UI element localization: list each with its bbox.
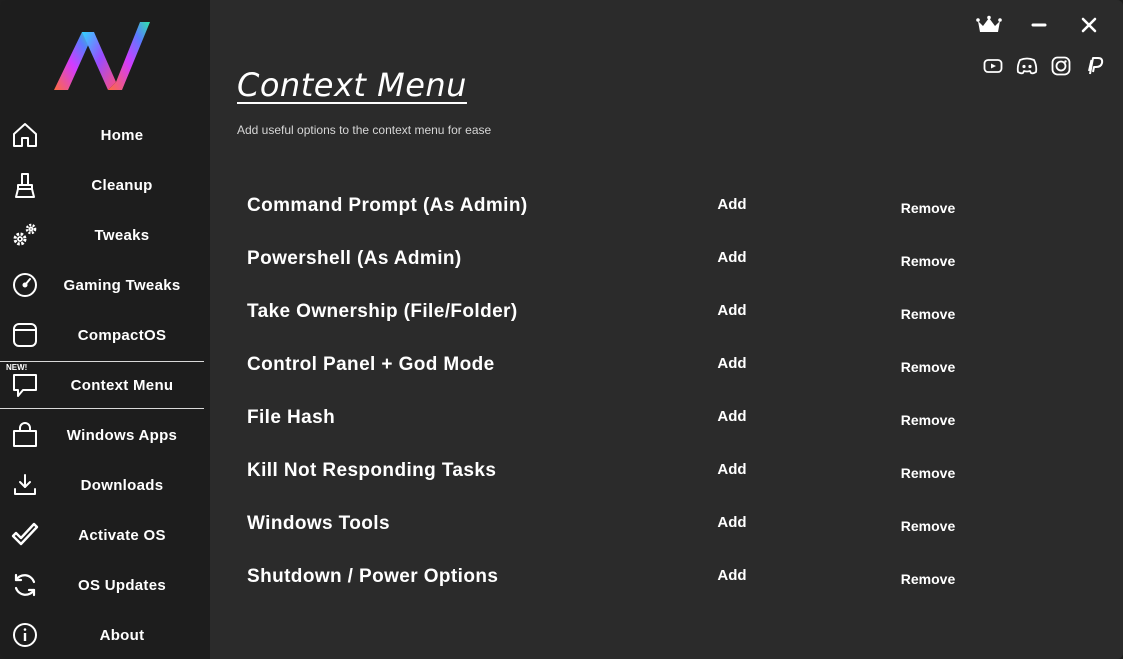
page-title: Context Menu — [237, 66, 467, 104]
remove-button[interactable]: Remove — [895, 249, 961, 273]
remove-button[interactable]: Remove — [895, 302, 961, 326]
minimize-icon[interactable] — [1025, 12, 1053, 38]
sidebar-item-label: Gaming Tweaks — [63, 276, 181, 294]
add-button[interactable]: Add — [713, 246, 751, 270]
remove-button[interactable]: Remove — [895, 196, 961, 220]
crown-icon[interactable] — [975, 12, 1003, 38]
sidebar-item-tweaks[interactable]: Tweaks — [0, 210, 204, 260]
option-label: Shutdown / Power Options — [247, 566, 499, 587]
speedometer-icon — [10, 270, 40, 300]
chat-new-icon — [10, 370, 40, 400]
option-label: Powershell (As Admin) — [247, 248, 462, 269]
info-icon — [10, 620, 40, 650]
remove-button[interactable]: Remove — [895, 408, 961, 432]
sidebar-item-home[interactable]: Home — [0, 110, 204, 160]
add-button[interactable]: Add — [713, 564, 751, 588]
checkmark-icon — [10, 520, 40, 550]
remove-button[interactable]: Remove — [895, 567, 961, 591]
app-logo — [54, 22, 150, 90]
main-content: Context Menu Add useful options to the c… — [210, 0, 1123, 659]
paypal-icon[interactable] — [1083, 54, 1107, 78]
option-label: Command Prompt (As Admin) — [247, 195, 528, 216]
home-icon — [10, 120, 40, 150]
sidebar: Home Cleanup Tweaks Gaming Tweaks Compac… — [0, 0, 210, 659]
gears-icon — [10, 220, 40, 250]
sidebar-item-about[interactable]: About — [0, 610, 204, 659]
discord-icon[interactable] — [1015, 54, 1039, 78]
sidebar-item-activate-os[interactable]: Activate OS — [0, 510, 204, 560]
add-button[interactable]: Add — [713, 299, 751, 323]
sidebar-item-gaming-tweaks[interactable]: Gaming Tweaks — [0, 260, 204, 310]
option-label: Windows Tools — [247, 513, 390, 534]
sidebar-item-label: Cleanup — [91, 176, 153, 194]
youtube-icon[interactable] — [981, 54, 1005, 78]
sidebar-item-windows-apps[interactable]: Windows Apps — [0, 410, 204, 460]
context-menu-options: Command Prompt (As Admin) Add Remove Pow… — [247, 181, 1047, 605]
sidebar-item-label: About — [99, 626, 145, 644]
add-button[interactable]: Add — [713, 458, 751, 482]
shopping-bag-icon — [10, 420, 40, 450]
option-row: Take Ownership (File/Folder) Add Remove — [247, 287, 1047, 340]
download-icon — [10, 470, 40, 500]
sidebar-item-label: Downloads — [80, 476, 164, 494]
option-row: Powershell (As Admin) Add Remove — [247, 234, 1047, 287]
option-label: Kill Not Responding Tasks — [247, 460, 497, 481]
add-button[interactable]: Add — [713, 511, 751, 535]
option-row: Shutdown / Power Options Add Remove — [247, 552, 1047, 605]
sidebar-item-context-menu[interactable]: NEW! Context Menu — [0, 361, 204, 409]
option-row: Windows Tools Add Remove — [247, 499, 1047, 552]
refresh-icon — [10, 570, 40, 600]
option-label: Take Ownership (File/Folder) — [247, 301, 518, 322]
remove-button[interactable]: Remove — [895, 355, 961, 379]
add-button[interactable]: Add — [713, 352, 751, 376]
sidebar-item-label: CompactOS — [77, 326, 167, 344]
brush-icon — [10, 170, 40, 200]
window-controls — [975, 12, 1105, 38]
add-button[interactable]: Add — [713, 193, 751, 217]
sidebar-item-label: Windows Apps — [66, 426, 178, 444]
sidebar-item-label: Activate OS — [78, 526, 166, 544]
app-window: Home Cleanup Tweaks Gaming Tweaks Compac… — [0, 0, 1123, 659]
add-button[interactable]: Add — [713, 405, 751, 429]
sidebar-item-label: OS Updates — [77, 576, 167, 594]
option-row: File Hash Add Remove — [247, 393, 1047, 446]
sidebar-item-compactos[interactable]: CompactOS — [0, 310, 204, 360]
option-row: Control Panel + God Mode Add Remove — [247, 340, 1047, 393]
option-row: Kill Not Responding Tasks Add Remove — [247, 446, 1047, 499]
sidebar-item-os-updates[interactable]: OS Updates — [0, 560, 204, 610]
option-row: Command Prompt (As Admin) Add Remove — [247, 181, 1047, 234]
sidebar-item-cleanup[interactable]: Cleanup — [0, 160, 204, 210]
close-icon[interactable] — [1075, 12, 1103, 38]
remove-button[interactable]: Remove — [895, 461, 961, 485]
social-links — [981, 54, 1111, 78]
sidebar-nav: Home Cleanup Tweaks Gaming Tweaks Compac… — [0, 110, 204, 659]
sidebar-item-label: Tweaks — [94, 226, 150, 244]
new-badge: NEW! — [6, 363, 28, 372]
sidebar-item-label: Home — [100, 126, 144, 144]
sidebar-item-label: Context Menu — [70, 376, 174, 394]
window-icon — [10, 320, 40, 350]
sidebar-item-downloads[interactable]: Downloads — [0, 460, 204, 510]
option-label: Control Panel + God Mode — [247, 354, 495, 375]
page-subtitle: Add useful options to the context menu f… — [237, 123, 492, 137]
github-icon[interactable] — [1049, 54, 1073, 78]
remove-button[interactable]: Remove — [895, 514, 961, 538]
option-label: File Hash — [247, 407, 336, 428]
